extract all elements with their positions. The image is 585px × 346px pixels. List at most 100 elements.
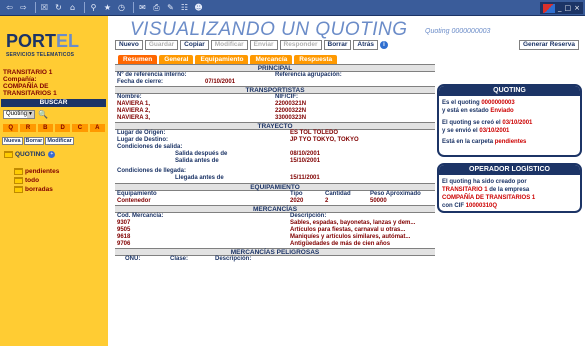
info-icon[interactable]: i <box>380 41 388 49</box>
stop-icon[interactable]: ☒ <box>39 2 50 13</box>
carrier-nif: 33000323N <box>275 115 307 121</box>
quoting-info-panel: QUOTING Es el quoting 0000000003 y está … <box>437 84 582 157</box>
desc-column-header: Descripción: <box>215 256 252 262</box>
letter-filter-r[interactable]: R <box>19 123 37 133</box>
letter-filter-c[interactable]: C <box>71 123 89 133</box>
info-value: 03/10/2001 <box>502 120 533 126</box>
tab-resumen[interactable]: Resumen <box>118 55 158 64</box>
goods-code: 9307 <box>117 220 131 226</box>
search-go-icon[interactable]: 🔍 <box>38 110 48 119</box>
info-value: TRANSITARIO 1 <box>442 187 488 193</box>
cantidad-value: 2 <box>325 198 329 204</box>
llegada-antes-value: 15/11/2001 <box>290 175 320 181</box>
tree-item-label: pendientes <box>25 168 60 175</box>
nueva-button[interactable]: Nueva <box>2 137 23 145</box>
table-row: 9505 Artículos para fiestas, carnaval u o… <box>115 227 435 234</box>
salida-despues-label: Salida después de <box>175 151 228 157</box>
forward-icon[interactable]: ⇨ <box>18 2 29 13</box>
info-value: 03/10/2001 <box>479 128 510 134</box>
salida-despues-value: 08/10/2001 <box>290 151 321 157</box>
atras-button[interactable]: Atrás <box>353 40 378 50</box>
table-row: NAVIERA 2, 22000322N <box>115 108 435 115</box>
generar-reserva-button[interactable]: Generar Reserva <box>518 40 579 50</box>
folder-icon <box>14 168 23 175</box>
tree-root-quoting[interactable]: QUOTING + <box>4 151 56 158</box>
tab-respuesta[interactable]: Respuesta <box>294 55 338 64</box>
letter-filter-a[interactable]: A <box>88 123 106 133</box>
responder-button[interactable]: Responder <box>279 40 322 50</box>
folder-icon <box>4 151 13 158</box>
carrier-nif: 22000322N <box>275 108 307 114</box>
letter-filter-b[interactable]: B <box>36 123 54 133</box>
tree-item-todo[interactable]: todo <box>14 177 39 184</box>
tree-item-pendientes[interactable]: pendientes <box>14 168 59 175</box>
table-row: 9307 Sables, espadas, bayonetas, lanzas y… <box>115 220 435 227</box>
info-text: El quoting se creó el <box>442 120 503 126</box>
panel-body: Es el quoting 0000000003 y está en estad… <box>439 96 580 149</box>
chevron-down-icon[interactable]: ▼ <box>27 111 34 118</box>
favorites-icon[interactable]: ★ <box>102 2 113 13</box>
toolbar-separator <box>35 2 36 13</box>
modificar-button[interactable]: Modificar <box>210 40 248 50</box>
letter-filter-d[interactable]: D <box>53 123 72 133</box>
clase-column-header: Clase: <box>170 256 189 262</box>
add-icon[interactable]: + <box>48 151 56 158</box>
history-icon[interactable]: ◷ <box>116 2 127 13</box>
folder-icon <box>14 186 23 193</box>
window-controls: _ □ × <box>540 2 583 14</box>
tipo-value: 2020 <box>290 198 304 204</box>
mail-icon[interactable]: ✉ <box>137 2 148 13</box>
info-text: El quoting ha sido creado por <box>442 179 527 185</box>
print-icon[interactable]: ⎙ <box>151 2 162 13</box>
guardar-button[interactable]: Guardar <box>144 40 179 50</box>
borrar-button[interactable]: Borrar <box>23 137 45 145</box>
cod-column-header: Cod. Mercancía: <box>117 213 164 219</box>
search-type-select[interactable]: Quotings ▼ <box>3 110 35 119</box>
refresh-icon[interactable]: ↻ <box>53 2 64 13</box>
tab-equipamiento[interactable]: Equipamiento <box>195 55 249 64</box>
borrar-button[interactable]: Borrar <box>323 40 352 50</box>
maximize-button[interactable]: □ <box>565 4 572 12</box>
destino-value: JP TYO TOKYO, TOKYO <box>290 137 359 143</box>
close-button[interactable]: × <box>574 4 580 12</box>
carrier-nif: 22000321N <box>275 101 307 107</box>
table-row: 9618 Maniquíes y artículos similares, aut… <box>115 234 435 241</box>
info-value: Enviado <box>490 108 514 114</box>
section-header-principal: PRINCIPAL <box>115 64 435 72</box>
peso-column-header: Peso Aproximado <box>370 191 421 197</box>
tree-item-borradas[interactable]: borradas <box>14 186 53 193</box>
panel-header: OPERADOR LOGÍSTICO <box>439 165 580 175</box>
cond-salida-label: Condiciones de salida: <box>117 144 183 150</box>
discuss-icon[interactable]: ☷ <box>179 2 190 13</box>
ref-agrupacion-label: Referencia agrupación: <box>275 72 342 78</box>
section-header-mercancias: MERCANCÍAS <box>115 205 435 213</box>
tree-item-label: borradas <box>25 186 53 193</box>
enviar-button[interactable]: Enviar <box>249 40 278 50</box>
tab-mercancia[interactable]: Mercancía <box>250 55 293 64</box>
nif-column-header: NIF/CIF: <box>275 94 298 100</box>
modificar-button[interactable]: Modificar <box>45 137 74 145</box>
tab-general[interactable]: General <box>159 55 194 64</box>
home-icon[interactable]: ⌂ <box>67 2 78 13</box>
windows-flag-icon <box>543 3 555 13</box>
messenger-icon[interactable]: ☻ <box>193 2 204 13</box>
search-icon[interactable]: ⚲ <box>88 2 99 13</box>
panel-header: QUOTING <box>439 86 580 96</box>
onu-column-header: ONU: <box>125 256 141 262</box>
edit-icon[interactable]: ✎ <box>165 2 176 13</box>
cantidad-column-header: Cantidad <box>325 191 351 197</box>
salida-antes-label: Salida antes de <box>175 158 219 164</box>
copiar-button[interactable]: Copiar <box>180 40 209 50</box>
section-header-equipamiento: EQUIPAMIENTO <box>115 183 435 191</box>
table-row: Contenedor 2020 2 50000 <box>115 198 435 205</box>
page-title: VISUALIZANDO UN QUOTING <box>130 19 408 40</box>
sidebar: PORTEL SERVICIOS TELEMATICOS TRANSITARIO… <box>0 16 108 346</box>
back-icon[interactable]: ⇦ <box>4 2 15 13</box>
letter-filter-q[interactable]: Q <box>2 123 20 133</box>
info-value: 10000310Q <box>465 203 498 209</box>
folder-icon <box>14 177 23 184</box>
cond-llegada-label: Condiciones de llegada: <box>117 168 187 174</box>
minimize-button[interactable]: _ <box>558 4 562 12</box>
info-value: COMPAÑÍA DE TRANSITARIOS 1 <box>442 195 536 201</box>
nuevo-button[interactable]: Nuevo <box>115 40 143 50</box>
